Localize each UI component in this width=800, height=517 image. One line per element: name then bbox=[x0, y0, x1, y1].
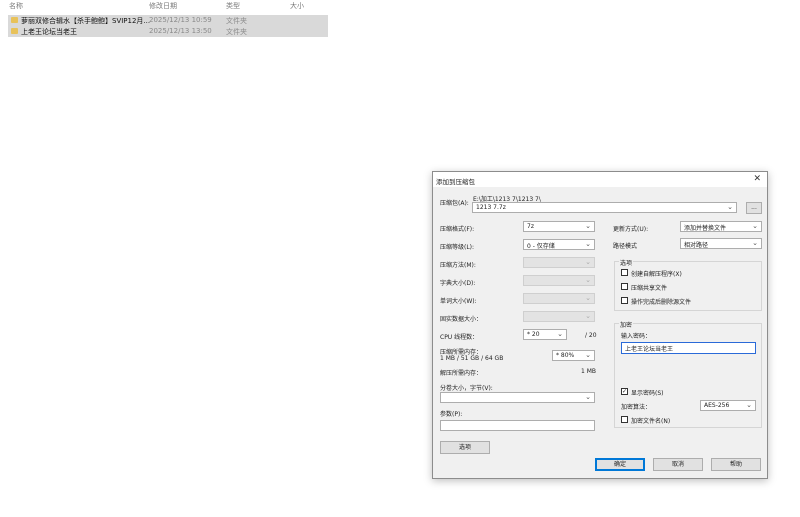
mem-select[interactable]: * 80% ⌄ bbox=[552, 350, 595, 361]
chevron-down-icon: ⌄ bbox=[585, 240, 591, 248]
chevron-down-icon: ⌄ bbox=[585, 294, 591, 302]
chevron-down-icon: ⌄ bbox=[727, 203, 733, 211]
browse-button[interactable]: ... bbox=[746, 202, 762, 214]
update-label: 更新方式(U): bbox=[613, 226, 649, 233]
dict-label: 字典大小(D): bbox=[440, 280, 476, 287]
update-select[interactable]: 添加并替换文件 ⌄ bbox=[680, 221, 762, 232]
encrypt-names-label: 加密文件名(N) bbox=[631, 418, 671, 425]
options-group-title: 选项 bbox=[619, 258, 634, 267]
file-list-header: 名称 修改日期 类型 大小 bbox=[0, 0, 330, 12]
options-button[interactable]: 选项 bbox=[440, 441, 490, 454]
checkbox-box bbox=[621, 416, 628, 423]
update-value: 添加并替换文件 bbox=[684, 225, 727, 232]
solid-select[interactable]: ⌄ bbox=[523, 311, 595, 322]
chevron-down-icon: ⌄ bbox=[585, 351, 591, 359]
shared-files-label: 压缩共享文件 bbox=[631, 285, 668, 292]
chevron-down-icon: ⌄ bbox=[752, 239, 758, 247]
params-label: 参数(P): bbox=[440, 411, 463, 418]
checkbox-box bbox=[621, 283, 628, 290]
threads-select[interactable]: * 20 ⌄ bbox=[523, 329, 567, 340]
threads-label: CPU 线程数： bbox=[440, 334, 479, 341]
close-icon[interactable]: ✕ bbox=[753, 174, 761, 184]
level-label: 压缩等级(L): bbox=[440, 244, 475, 251]
chevron-down-icon: ⌄ bbox=[585, 222, 591, 230]
show-password-label: 显示密码(S) bbox=[631, 390, 664, 397]
threads-value: * 20 bbox=[527, 331, 540, 338]
check-icon: ✓ bbox=[621, 388, 628, 395]
split-select[interactable]: ⌄ bbox=[440, 392, 595, 403]
format-label: 压缩格式(F): bbox=[440, 226, 475, 233]
column-type[interactable]: 类型 bbox=[226, 1, 240, 11]
file-modified: 2025/12/13 13:50 bbox=[149, 27, 212, 35]
sfx-label: 创建自解压程序(X) bbox=[631, 271, 682, 278]
path-mode-select[interactable]: 相对路径 ⌄ bbox=[680, 238, 762, 249]
archive-label: 压缩包(A): bbox=[440, 200, 469, 207]
file-name: 上老王论坛当老王 bbox=[21, 28, 77, 36]
file-name: 萝丽双修合辑水【杀手鲍鲍】SVIP12月... bbox=[21, 17, 151, 25]
dict-select[interactable]: ⌄ bbox=[523, 275, 595, 286]
checkbox-box bbox=[621, 269, 628, 276]
dialog-title: 添加到压缩包 bbox=[436, 178, 475, 186]
mem-detail: 1 MB / 51 GB / 64 GB bbox=[440, 355, 504, 362]
algo-label: 加密算法： bbox=[621, 404, 652, 411]
column-name[interactable]: 名称 bbox=[9, 1, 23, 11]
word-select[interactable]: ⌄ bbox=[523, 293, 595, 304]
archive-name-combo[interactable]: 1213 7.7z ⌄ bbox=[472, 202, 737, 213]
chevron-down-icon: ⌄ bbox=[585, 312, 591, 320]
column-modified[interactable]: 修改日期 bbox=[149, 1, 177, 11]
chevron-down-icon: ⌄ bbox=[746, 401, 752, 409]
chevron-down-icon: ⌄ bbox=[585, 258, 591, 266]
decomp-value: 1 MB bbox=[581, 368, 597, 375]
list-item[interactable]: 萝丽双修合辑水【杀手鲍鲍】SVIP12月... 2025/12/13 10:59… bbox=[8, 15, 328, 26]
folder-icon bbox=[11, 17, 18, 23]
format-value: 7z bbox=[527, 223, 534, 230]
solid-label: 固实数据大小： bbox=[440, 316, 483, 323]
chevron-down-icon: ⌄ bbox=[557, 330, 563, 338]
split-label: 分卷大小，字节(V): bbox=[440, 385, 493, 392]
add-to-archive-dialog: 添加到压缩包 ✕ 压缩包(A): E:\加工\1213 7\1213 7\ 12… bbox=[432, 171, 768, 479]
ok-button[interactable]: 确定 bbox=[595, 458, 645, 471]
params-input[interactable] bbox=[440, 420, 595, 431]
algo-select[interactable]: AES-256 ⌄ bbox=[700, 400, 756, 411]
password-value: 上老王论坛当老王 bbox=[625, 346, 674, 353]
password-input[interactable]: 上老王论坛当老王 bbox=[621, 342, 756, 354]
algo-value: AES-256 bbox=[704, 402, 730, 409]
column-size[interactable]: 大小 bbox=[290, 1, 304, 11]
path-mode-value: 相对路径 bbox=[684, 242, 709, 249]
path-mode-label: 路径模式 bbox=[613, 243, 638, 250]
delete-after-label: 操作完成后删除源文件 bbox=[631, 299, 692, 306]
level-value: 0 - 仅存储 bbox=[527, 243, 555, 250]
mem-value: * 80% bbox=[556, 352, 575, 359]
password-label: 输入密码： bbox=[621, 333, 652, 340]
chevron-down-icon: ⌄ bbox=[585, 393, 591, 401]
list-item[interactable]: 上老王论坛当老王 2025/12/13 13:50 文件夹 bbox=[8, 26, 328, 37]
encryption-group-title: 加密 bbox=[619, 320, 634, 329]
dialog-titlebar[interactable]: 添加到压缩包 ✕ bbox=[433, 172, 767, 187]
format-select[interactable]: 7z ⌄ bbox=[523, 221, 595, 232]
decomp-label: 解压所需内存： bbox=[440, 370, 483, 377]
options-group: 选项 创建自解压程序(X) 压缩共享文件 操作完成后删除源文件 bbox=[614, 258, 762, 311]
method-label: 压缩方法(M): bbox=[440, 262, 476, 269]
method-select[interactable]: ⌄ bbox=[523, 257, 595, 268]
word-label: 单词大小(W): bbox=[440, 298, 477, 305]
file-modified: 2025/12/13 10:59 bbox=[149, 16, 212, 24]
help-button[interactable]: 帮助 bbox=[711, 458, 761, 471]
chevron-down-icon: ⌄ bbox=[752, 222, 758, 230]
threads-total: / 20 bbox=[585, 332, 597, 339]
file-type: 文件夹 bbox=[226, 17, 247, 25]
file-type: 文件夹 bbox=[226, 28, 247, 36]
level-select[interactable]: 0 - 仅存储 ⌄ bbox=[523, 239, 595, 250]
folder-icon bbox=[11, 28, 18, 34]
chevron-down-icon: ⌄ bbox=[585, 276, 591, 284]
checkbox-box bbox=[621, 297, 628, 304]
cancel-button[interactable]: 取消 bbox=[653, 458, 703, 471]
archive-name-value: 1213 7.7z bbox=[476, 204, 506, 211]
encryption-group: 加密 输入密码： 上老王论坛当老王 ✓ 显示密码(S) 加密算法： AES-25… bbox=[614, 320, 762, 428]
